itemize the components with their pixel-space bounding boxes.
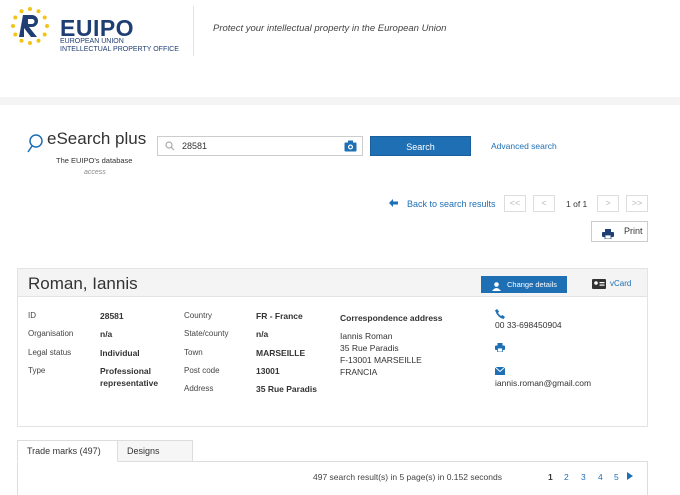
arrow-left-icon bbox=[389, 199, 398, 209]
page-link-1[interactable]: 1 bbox=[548, 472, 553, 482]
change-details-label: Change details bbox=[507, 280, 558, 289]
search-icon bbox=[165, 141, 175, 153]
logo-sub-line1: EUROPEAN UNION bbox=[60, 38, 124, 45]
last-page-button[interactable]: >> bbox=[626, 195, 648, 212]
address-value: 35 Rue Paradis bbox=[256, 384, 317, 394]
page-link-4[interactable]: 4 bbox=[598, 472, 603, 482]
state-label: State/county bbox=[184, 329, 229, 338]
email-icon bbox=[494, 366, 506, 377]
logo-sub-line2: INTELLECTUAL PROPERTY OFFICE bbox=[60, 46, 179, 53]
correspondence-line: 35 Rue Paradis bbox=[340, 343, 399, 353]
site-header: EUIPO EUROPEAN UNION INTELLECTUAL PROPER… bbox=[0, 0, 680, 97]
search-input[interactable]: 28581 bbox=[157, 136, 363, 156]
eu-stars-logo-icon[interactable] bbox=[10, 6, 50, 46]
print-button[interactable]: Print bbox=[591, 221, 648, 242]
fax-icon bbox=[495, 343, 505, 354]
country-value: FR - France bbox=[256, 311, 303, 321]
page-link-3[interactable]: 3 bbox=[581, 472, 586, 482]
search-button[interactable]: Search bbox=[370, 136, 471, 156]
header-divider bbox=[193, 6, 194, 56]
email-value[interactable]: iannis.roman@gmail.com bbox=[495, 378, 591, 388]
post-code-label: Post code bbox=[184, 366, 220, 375]
logo-subtitle: EUROPEAN UNION INTELLECTUAL PROPERTY OFF… bbox=[60, 38, 179, 54]
phone-value[interactable]: 00 33-698450904 bbox=[495, 320, 562, 330]
print-label: Print bbox=[624, 226, 643, 236]
type-value: Professional bbox=[100, 366, 152, 376]
correspondence-line: Iannis Roman bbox=[340, 331, 393, 341]
esearch-access: access bbox=[84, 169, 106, 176]
address-label: Address bbox=[184, 384, 214, 393]
advanced-search-link[interactable]: Advanced search bbox=[491, 141, 557, 151]
user-icon bbox=[492, 280, 501, 297]
esearch-title: eSearch plus bbox=[47, 129, 147, 148]
tab-trade-marks[interactable]: Trade marks (497) bbox=[17, 440, 118, 462]
organisation-label: Organisation bbox=[28, 329, 74, 338]
page-info: 1 of 1 bbox=[566, 199, 588, 209]
legal-status-value: Individual bbox=[100, 348, 140, 358]
post-code-value: 13001 bbox=[256, 366, 280, 376]
back-label: Back to search results bbox=[407, 199, 496, 209]
vcard-link[interactable]: vCard bbox=[592, 279, 632, 291]
id-label: ID bbox=[28, 311, 36, 320]
results-bar: 497 search result(s) in 5 page(s) in 0.1… bbox=[17, 462, 648, 495]
id-value: 28581 bbox=[100, 311, 124, 321]
organisation-value: n/a bbox=[100, 329, 113, 339]
state-value: n/a bbox=[256, 329, 269, 339]
search-value: 28581 bbox=[182, 141, 208, 151]
tab-designs[interactable]: Designs (163) bbox=[118, 440, 193, 477]
representative-name: Roman, Iannis bbox=[28, 274, 138, 293]
correspondence-line: FRANCIA bbox=[340, 367, 378, 377]
type-label: Type bbox=[28, 366, 46, 375]
town-label: Town bbox=[184, 348, 203, 357]
printer-icon bbox=[602, 227, 614, 246]
correspondence-title: Correspondence address bbox=[340, 313, 443, 323]
results-summary: 497 search result(s) in 5 page(s) in 0.1… bbox=[313, 472, 502, 482]
type-value-line2: representative bbox=[100, 378, 159, 388]
change-details-button[interactable]: Change details bbox=[481, 276, 567, 293]
correspondence-line: F-13001 MARSEILLE bbox=[340, 355, 422, 365]
tagline: Protect your intellectual property in th… bbox=[213, 23, 447, 34]
vcard-icon bbox=[592, 279, 606, 291]
page-link-5[interactable]: 5 bbox=[614, 472, 619, 482]
representative-card: Roman, Iannis Change details vCard ID 28… bbox=[17, 268, 648, 427]
legal-status-label: Legal status bbox=[28, 348, 72, 357]
back-to-results-link[interactable]: Back to search results bbox=[389, 199, 496, 209]
prev-page-button[interactable]: < bbox=[533, 195, 555, 212]
country-label: Country bbox=[184, 311, 213, 320]
magnifier-brand-icon bbox=[26, 133, 44, 157]
town-value: MARSEILLE bbox=[256, 348, 306, 358]
next-page-arrow-icon[interactable] bbox=[627, 472, 633, 482]
results-tabs: Trade marks (497) Designs (163) bbox=[17, 440, 648, 477]
camera-icon[interactable] bbox=[344, 140, 357, 154]
card-header: Roman, Iannis Change details vCard bbox=[18, 269, 647, 297]
first-page-button[interactable]: << bbox=[504, 195, 526, 212]
vcard-label: vCard bbox=[610, 279, 632, 288]
page-link-2[interactable]: 2 bbox=[564, 472, 569, 482]
next-page-button[interactable]: > bbox=[597, 195, 619, 212]
esearch-subtitle: The EUIPO's database bbox=[56, 156, 133, 165]
main-content: eSearch plus The EUIPO's database access… bbox=[0, 97, 680, 495]
